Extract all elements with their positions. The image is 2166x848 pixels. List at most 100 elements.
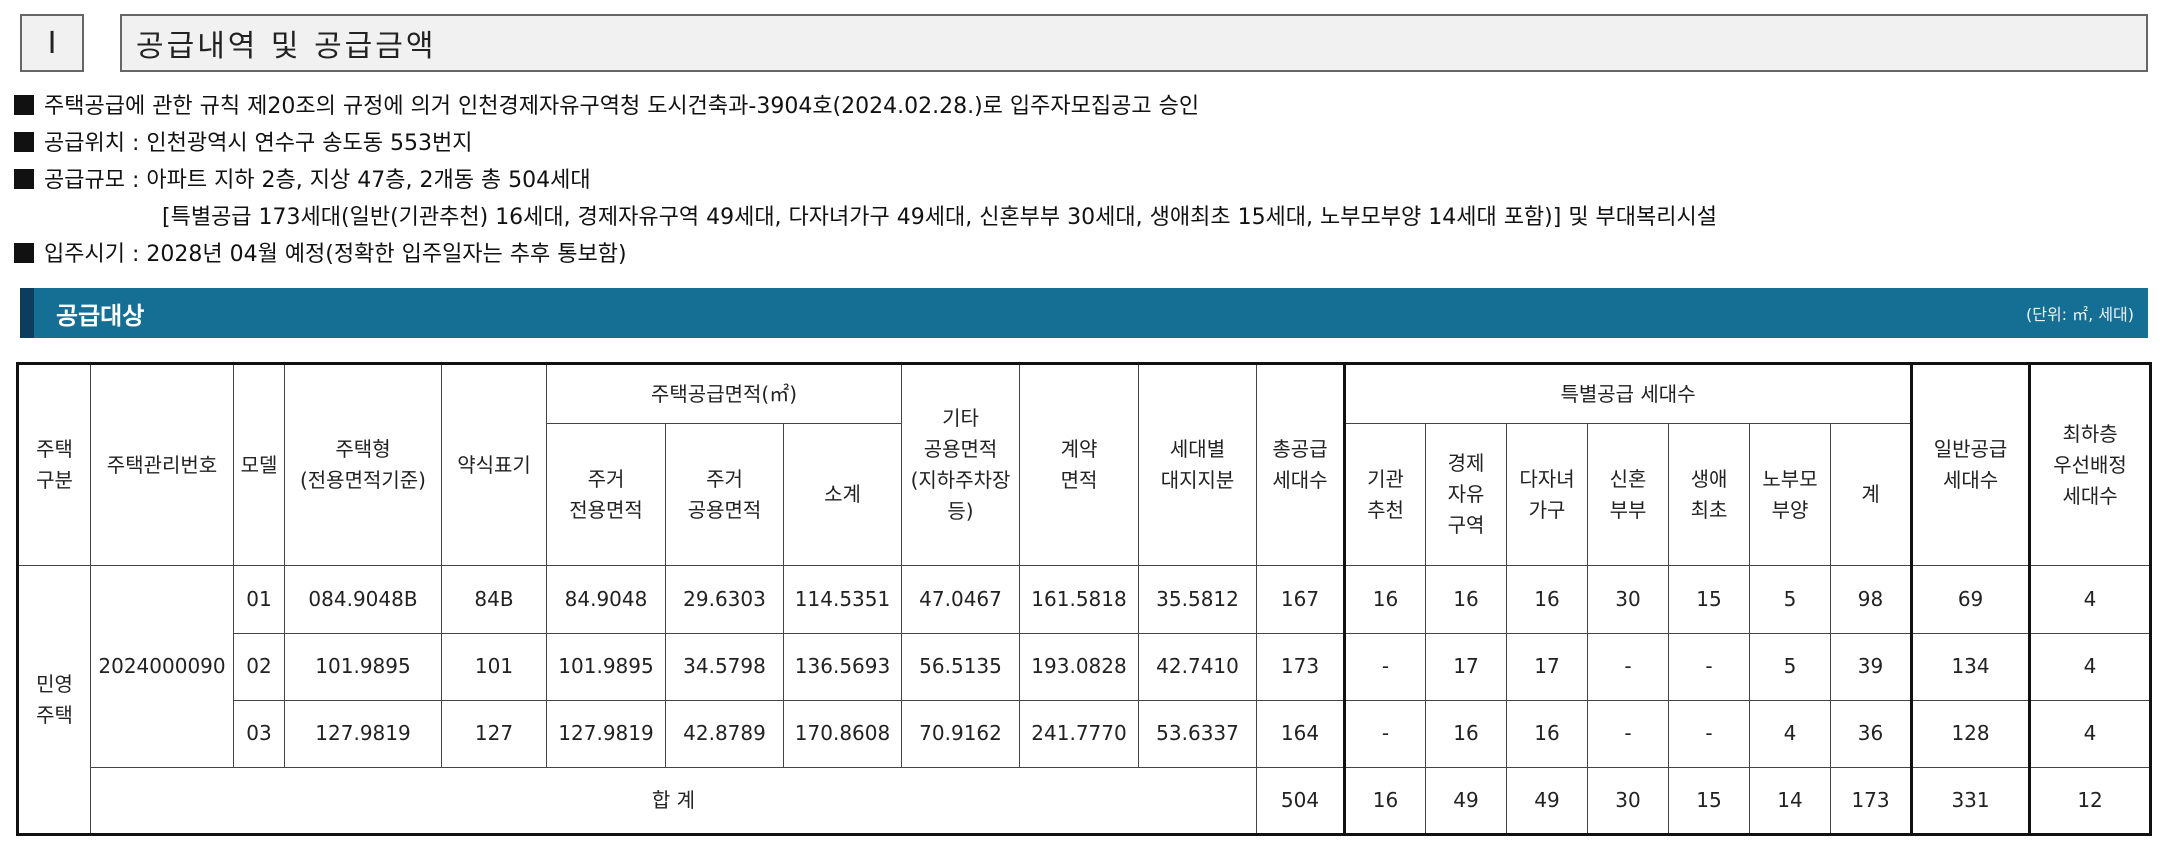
cell-sp-elderly: 5 [1749, 565, 1832, 634]
cell-model: 01 [233, 565, 285, 634]
header-model: 모델 [233, 362, 285, 567]
cell-abbr: 101 [441, 632, 547, 701]
cell-subtotal: 136.5693 [782, 632, 903, 701]
cell-sp-newlywed: 30 [1587, 565, 1670, 634]
cell-sp-free-zone: 17 [1425, 632, 1508, 701]
cell-house-type: 127.9819 [284, 699, 442, 768]
group-label: 민영 주택 [17, 565, 91, 835]
total-sp-newlywed: 30 [1587, 766, 1670, 836]
cell-sp-agency: 16 [1343, 565, 1427, 634]
cell-sp-first: 15 [1668, 565, 1751, 634]
header-other-shared: 기타 공용면적 (지하주차장 등) [901, 362, 1021, 567]
supply-target-title: 공급대상 [56, 301, 145, 330]
info-scale: 공급규모 : 아파트 지하 2층, 지상 47층, 2개동 총 504세대 [14, 162, 1717, 199]
cell-total-supply: 164 [1256, 699, 1346, 768]
total-supply: 504 [1256, 766, 1346, 836]
supply-info: 주택공급에 관한 규칙 제20조의 규정에 의거 인천경제자유구역청 도시건축과… [14, 88, 1717, 273]
header-general: 일반공급 세대수 [1910, 362, 2031, 567]
cell-sp-elderly: 5 [1749, 632, 1832, 701]
cell-sp-free-zone: 16 [1425, 565, 1508, 634]
cell-subtotal: 114.5351 [782, 565, 903, 634]
square-bullet-icon [14, 95, 34, 115]
cell-land-share: 42.7410 [1138, 632, 1258, 701]
cell-other-shared: 70.9162 [901, 699, 1021, 768]
cell-sp-multi-child: 16 [1506, 699, 1589, 768]
square-bullet-icon [14, 169, 34, 189]
info-move-in: 입주시기 : 2028년 04월 예정(정확한 입주일자는 추후 통보함) [14, 236, 1717, 273]
cell-exclusive: 84.9048 [546, 565, 666, 634]
cell-contract-area: 193.0828 [1019, 632, 1140, 701]
cell-general: 69 [1910, 565, 2031, 634]
header-sp-sum: 계 [1830, 423, 1913, 567]
cell-sp-sum: 36 [1830, 699, 1913, 768]
header-mgmt-no: 주택관리번호 [90, 362, 234, 567]
cell-sp-first: - [1668, 632, 1751, 701]
cell-total-supply: 173 [1256, 632, 1346, 701]
cell-abbr: 127 [441, 699, 547, 768]
section-header: Ⅰ 공급내역 및 공급금액 [20, 14, 2148, 72]
header-area-group: 주택공급면적(㎡) [545, 362, 903, 425]
cell-exclusive: 101.9895 [546, 632, 666, 701]
header-sp-elderly: 노부모 부양 [1749, 423, 1832, 567]
total-row: 합 계 504 16 49 49 30 15 14 173 331 12 [18, 766, 2152, 836]
total-lowest-floor: 12 [2028, 766, 2152, 836]
header-land-share: 세대별 대지지분 [1138, 362, 1258, 567]
cell-shared: 42.8789 [665, 699, 784, 768]
cell-lowest-floor: 4 [2028, 565, 2152, 634]
cell-land-share: 53.6337 [1138, 699, 1258, 768]
total-sp-sum: 173 [1830, 766, 1913, 836]
unit-label: (단위: ㎡, 세대) [2025, 305, 2134, 324]
header-shared: 주거 공용면적 [665, 423, 784, 567]
header-sp-multi-child: 다자녀 가구 [1506, 423, 1589, 567]
header-sp-agency: 기관 추천 [1343, 423, 1427, 567]
cell-sp-newlywed: - [1587, 632, 1670, 701]
cell-general: 134 [1910, 632, 2031, 701]
total-sp-free-zone: 49 [1425, 766, 1508, 836]
section-number: Ⅰ [20, 14, 84, 72]
cell-lowest-floor: 4 [2028, 632, 2152, 701]
cell-shared: 34.5798 [665, 632, 784, 701]
table-row: 03 127.9819 127 127.9819 42.8789 170.860… [18, 699, 2152, 768]
info-move-in-text: 입주시기 : 2028년 04월 예정(정확한 입주일자는 추후 통보함) [44, 242, 627, 267]
cell-total-supply: 167 [1256, 565, 1346, 634]
cell-shared: 29.6303 [665, 565, 784, 634]
cell-other-shared: 56.5135 [901, 632, 1021, 701]
square-bullet-icon [14, 132, 34, 152]
cell-house-type: 084.9048B [284, 565, 442, 634]
header-special-group: 특별공급 세대수 [1343, 362, 1913, 425]
total-sp-elderly: 14 [1749, 766, 1832, 836]
cell-sp-agency: - [1343, 632, 1427, 701]
square-bullet-icon [14, 243, 34, 263]
total-sp-agency: 16 [1343, 766, 1427, 836]
info-scale-text: 공급규모 : 아파트 지하 2층, 지상 47층, 2개동 총 504세대 [44, 168, 591, 193]
table-row: 02 101.9895 101 101.9895 34.5798 136.569… [18, 632, 2152, 701]
info-approval: 주택공급에 관한 규칙 제20조의 규정에 의거 인천경제자유구역청 도시건축과… [14, 88, 1717, 125]
header-exclusive: 주거 전용면적 [546, 423, 666, 567]
mgmt-no-value: 2024000090 [90, 565, 234, 768]
total-general: 331 [1910, 766, 2031, 836]
cell-sp-elderly: 4 [1749, 699, 1832, 768]
supply-target-bar: 공급대상 (단위: ㎡, 세대) [20, 288, 2148, 338]
header-total-supply: 총공급 세대수 [1256, 362, 1346, 567]
cell-house-type: 101.9895 [284, 632, 442, 701]
header-sp-free-zone: 경제 자유 구역 [1425, 423, 1508, 567]
total-label: 합 계 [89, 766, 1258, 836]
header-sp-first: 생애 최초 [1668, 423, 1751, 567]
cell-sp-multi-child: 16 [1506, 565, 1589, 634]
cell-lowest-floor: 4 [2028, 699, 2152, 768]
header-abbr: 약식표기 [441, 362, 547, 567]
header-contract-area: 계약 면적 [1019, 362, 1140, 567]
header-house-type: 주택형 (전용면적기준) [284, 362, 442, 567]
cell-general: 128 [1910, 699, 2031, 768]
cell-sp-sum: 39 [1830, 632, 1913, 701]
cell-sp-sum: 98 [1830, 565, 1913, 634]
total-sp-multi-child: 49 [1506, 766, 1589, 836]
info-scale-detail: [특별공급 173세대(일반(기관추천) 16세대, 경제자유구역 49세대, … [162, 205, 1718, 230]
header-subtotal: 소계 [782, 423, 903, 567]
header-sp-newlywed: 신혼 부부 [1587, 423, 1670, 567]
cell-contract-area: 241.7770 [1019, 699, 1140, 768]
table-row: 민영 주택 2024000090 01 084.9048B 84B 84.904… [17, 565, 2152, 835]
cell-sp-agency: - [1343, 699, 1427, 768]
cell-sp-multi-child: 17 [1506, 632, 1589, 701]
cell-other-shared: 47.0467 [901, 565, 1021, 634]
